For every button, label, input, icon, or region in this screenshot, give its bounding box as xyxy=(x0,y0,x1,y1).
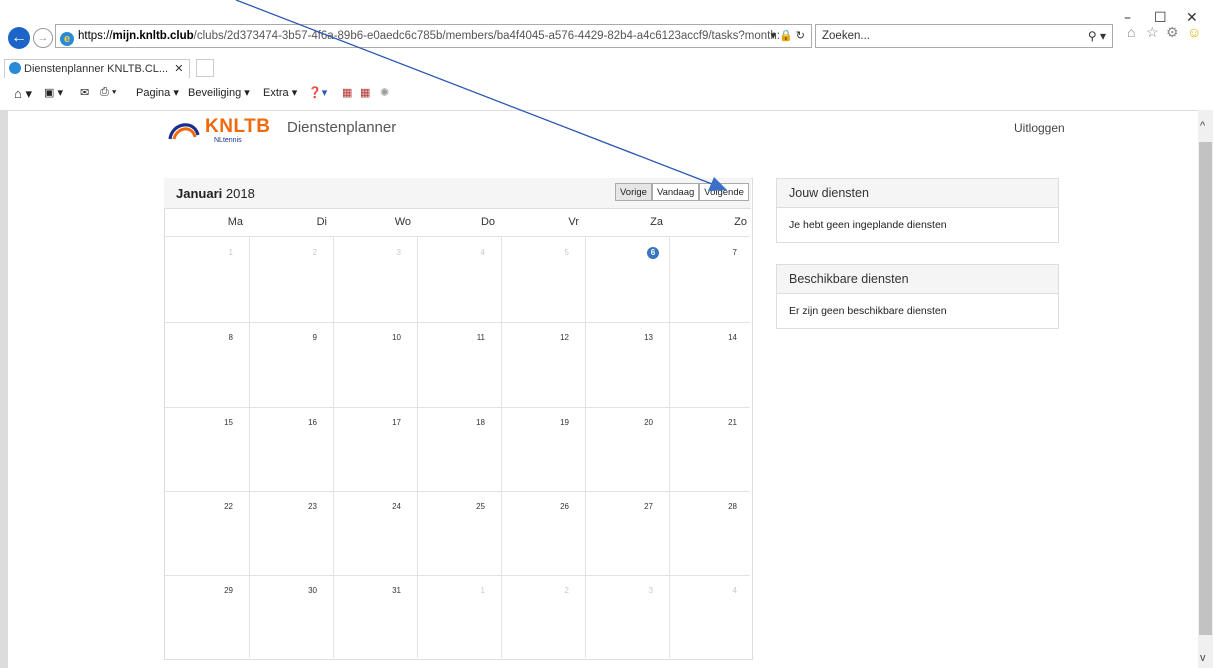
day-number: 25 xyxy=(476,502,485,511)
day-number: 28 xyxy=(728,502,737,511)
scroll-down-icon[interactable]: v xyxy=(1200,652,1206,664)
day-number: 2 xyxy=(312,248,317,257)
address-url: https://mijn.knltb.club/clubs/2d373474-3… xyxy=(78,30,780,42)
tab-dienstenplanner[interactable]: Dienstenplanner KNLTB.CL... ✕ xyxy=(4,59,191,78)
weekday-header: Wo xyxy=(394,216,411,228)
day-number: 4 xyxy=(732,586,737,595)
ie-page-icon: e xyxy=(60,32,74,46)
day-number: 31 xyxy=(392,586,401,595)
day-number: 29 xyxy=(224,586,233,595)
brand-sub: NLtennis xyxy=(214,137,242,144)
day-number: 17 xyxy=(392,418,401,427)
weekday-header: Zo xyxy=(734,216,747,228)
vertical-scrollbar[interactable]: ^ v xyxy=(1198,110,1213,668)
forward-button[interactable]: → xyxy=(33,28,53,48)
menu-beveiliging[interactable]: Beveiliging ▾ xyxy=(188,86,250,99)
day-number: 4 xyxy=(480,248,485,257)
brand-name: KNLTB xyxy=(205,116,271,137)
translate-icon[interactable]: ▦ xyxy=(360,86,370,99)
prev-month-button[interactable]: Vorige xyxy=(615,183,652,201)
logo-arc-icon xyxy=(168,123,200,140)
next-month-button[interactable]: Volgende xyxy=(699,183,749,201)
menu-pagina[interactable]: Pagina ▾ xyxy=(136,86,179,99)
day-number: 19 xyxy=(560,418,569,427)
app-title: Dienstenplanner xyxy=(287,119,397,136)
feeds-icon[interactable]: ▣ ▾ xyxy=(44,86,63,99)
help-icon[interactable]: ❓▾ xyxy=(308,86,327,99)
day-number: 11 xyxy=(476,333,485,342)
search-icon[interactable]: ⚲ ▾ xyxy=(1088,25,1106,47)
logout-link[interactable]: Uitloggen xyxy=(1014,121,1065,135)
day-number: 18 xyxy=(476,418,485,427)
scroll-thumb[interactable] xyxy=(1199,142,1212,635)
search-box[interactable]: Zoeken... ⚲ ▾ xyxy=(815,24,1113,48)
addon-gear-icon[interactable]: ✺ xyxy=(380,86,389,99)
day-number: 1 xyxy=(480,586,485,595)
my-shifts-title: Jouw diensten xyxy=(777,179,1058,208)
weekday-header: Do xyxy=(480,216,495,228)
available-shifts-panel: Beschikbare diensten Er zijn geen beschi… xyxy=(776,264,1059,329)
day-number: 23 xyxy=(308,502,317,511)
home-cmd-icon[interactable]: ⌂ ▾ xyxy=(14,86,32,102)
home-icon[interactable]: ⌂ xyxy=(1127,24,1135,40)
day-number: 10 xyxy=(392,333,401,342)
mail-icon[interactable]: ✉ xyxy=(80,86,89,99)
day-number: 21 xyxy=(728,418,737,427)
my-shifts-panel: Jouw diensten Je hebt geen ingeplande di… xyxy=(776,178,1059,243)
scroll-up-icon[interactable]: ^ xyxy=(1200,120,1205,132)
smiley-feedback-icon[interactable]: ☺ xyxy=(1187,24,1201,40)
day-number: 5 xyxy=(564,248,569,257)
day-number: 20 xyxy=(644,418,653,427)
day-number: 3 xyxy=(648,586,653,595)
day-number: 3 xyxy=(396,248,401,257)
day-number: 26 xyxy=(560,502,569,511)
address-tools[interactable]: ▾ 🔒 ↻ xyxy=(770,25,805,47)
day-number: 16 xyxy=(308,418,317,427)
available-shifts-body: Er zijn geen beschikbare diensten xyxy=(789,305,947,317)
today-badge: 6 xyxy=(647,247,659,259)
print-icon[interactable]: ⎙ ▾ xyxy=(100,86,116,99)
day-number: 9 xyxy=(312,333,317,342)
day-number: 22 xyxy=(224,502,233,511)
back-button[interactable]: ← xyxy=(8,27,30,49)
today-button[interactable]: Vandaag xyxy=(651,183,700,201)
weekday-header: Di xyxy=(316,216,327,228)
day-number: 14 xyxy=(728,333,737,342)
day-number: 1 xyxy=(228,248,233,257)
weekday-header: Ma xyxy=(227,216,243,228)
day-number: 13 xyxy=(644,333,653,342)
new-tab-button[interactable] xyxy=(196,59,214,77)
day-number: 15 xyxy=(224,418,233,427)
command-bar xyxy=(0,78,1213,111)
day-number: 2 xyxy=(564,586,569,595)
settings-gear-icon[interactable]: ⚙ xyxy=(1166,24,1179,41)
calendar-month-title: Januari 2018 xyxy=(176,186,255,201)
ie-tab-icon xyxy=(9,62,21,74)
day-number: 7 xyxy=(732,248,737,257)
available-shifts-title: Beschikbare diensten xyxy=(777,265,1058,294)
favorites-star-icon[interactable]: ☆ xyxy=(1146,24,1159,41)
weekday-header: Vr xyxy=(568,216,579,228)
day-number: 12 xyxy=(560,333,569,342)
calendar-nav: Vorige Vandaag Volgende xyxy=(615,183,749,201)
address-bar[interactable]: e https://mijn.knltb.club/clubs/2d373474-… xyxy=(55,24,812,48)
left-gutter xyxy=(0,110,8,668)
day-number: 30 xyxy=(308,586,317,595)
day-number: 27 xyxy=(644,502,653,511)
search-placeholder: Zoeken... xyxy=(822,30,870,42)
weekday-header: Za xyxy=(650,216,663,228)
menu-extra[interactable]: Extra ▾ xyxy=(263,86,297,99)
day-number: 8 xyxy=(228,333,233,342)
research-icon[interactable]: ▦ xyxy=(342,86,352,99)
my-shifts-body: Je hebt geen ingeplande diensten xyxy=(789,219,947,231)
day-number: 24 xyxy=(392,502,401,511)
